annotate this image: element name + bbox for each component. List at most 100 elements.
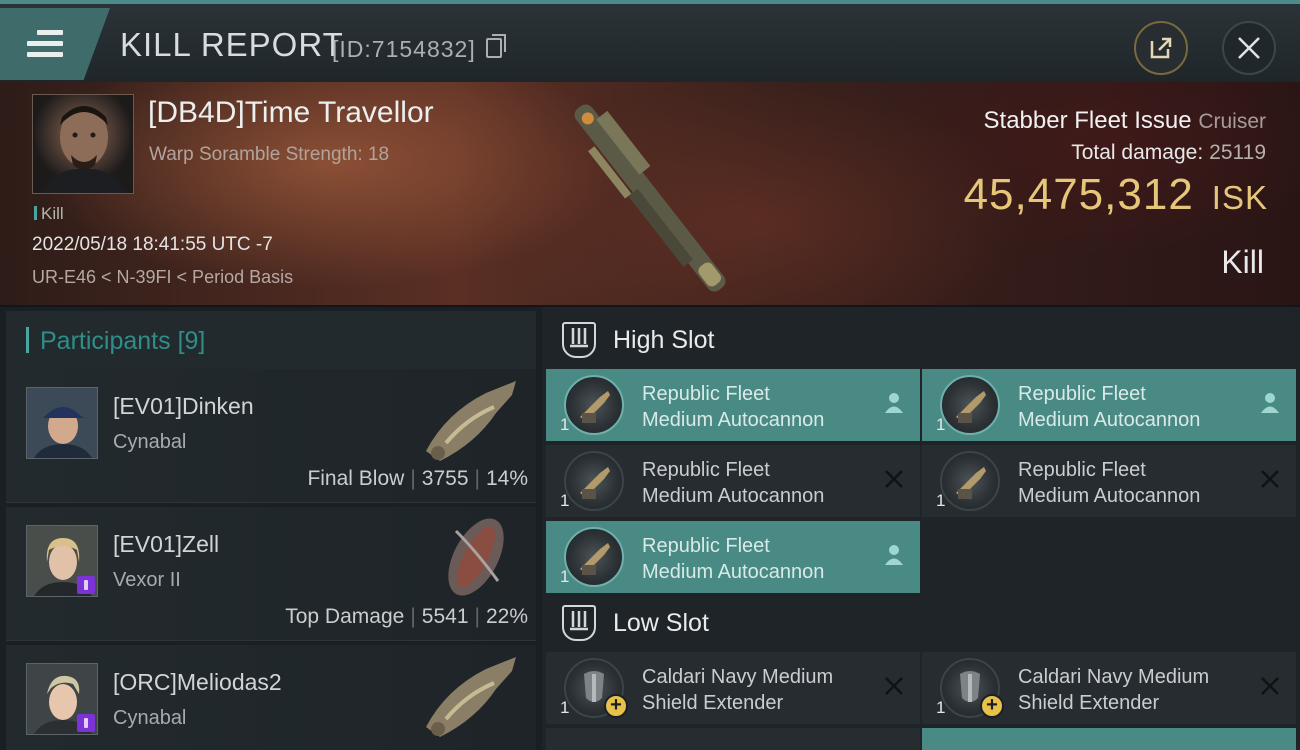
share-button[interactable] <box>1134 21 1188 75</box>
dropped-person-icon <box>882 543 906 567</box>
module-item[interactable]: 1 Republic Fleet Medium Autocannon <box>546 445 920 517</box>
participants-title: Participants [9] <box>40 327 205 356</box>
plus-icon: + <box>604 694 628 718</box>
omega-badge-icon <box>77 714 95 732</box>
autocannon-icon <box>564 375 624 435</box>
participant-role: Top Damage <box>285 605 405 628</box>
victim-ship: Stabber Fleet Issue Cruiser <box>984 107 1266 135</box>
participant-ship-image <box>426 381 516 461</box>
participant-percent: 14% <box>485 467 528 490</box>
module-item-partial[interactable] <box>546 728 920 750</box>
participant-card[interactable]: [EV01]Dinken Cynabal Final Blow | 3755 | 14% <box>6 369 536 503</box>
participant-stats: Top Damage | 5541 | 22% <box>285 605 528 628</box>
shield-extender-icon: + <box>940 658 1004 718</box>
result-label: Kill <box>1221 244 1264 280</box>
share-export-icon <box>1150 37 1172 59</box>
module-name: Republic Fleet Medium Autocannon <box>1018 383 1201 431</box>
destroyed-x-icon <box>882 467 906 491</box>
participant-card[interactable]: [ORC]Meliodas2 Cynabal <box>6 645 536 750</box>
participants-panel: Participants [9] [EV01]Dinken Cynabal Fi… <box>0 307 542 750</box>
module-name: Republic Fleet Medium Autocannon <box>1018 459 1201 507</box>
high-slot-header: High Slot <box>542 311 1300 369</box>
dropped-person-icon <box>882 391 906 415</box>
low-slot-header: Low Slot <box>542 594 1300 652</box>
participant-name: [EV01]Zell <box>113 531 220 557</box>
total-damage: Total damage: 25119 <box>1071 141 1266 165</box>
close-icon <box>1238 37 1260 59</box>
autocannon-icon <box>940 375 1000 435</box>
autocannon-icon <box>564 527 624 587</box>
destroyed-x-icon <box>1258 467 1282 491</box>
module-item[interactable]: 1 Republic Fleet Medium Autocannon <box>922 445 1296 517</box>
autocannon-icon <box>564 451 624 511</box>
victim-ship-class: Cruiser <box>1198 110 1266 133</box>
total-damage-label: Total damage: <box>1071 141 1204 164</box>
kill-datetime: 2022/05/18 18:41:55 UTC -7 <box>32 234 273 255</box>
copy-icon[interactable] <box>486 34 506 58</box>
module-item-partial[interactable] <box>922 728 1296 750</box>
module-item[interactable]: + 1 Caldari Navy Medium Shield Extender <box>546 652 920 724</box>
module-name: Republic Fleet Medium Autocannon <box>642 535 825 583</box>
destroyed-x-icon <box>1258 674 1282 698</box>
isk-unit: ISK <box>1211 179 1268 216</box>
victim-ship-name[interactable]: Stabber Fleet Issue <box>984 107 1192 134</box>
module-quantity: 1 <box>936 415 946 434</box>
dropped-person-icon <box>1258 391 1282 415</box>
participant-name: [EV01]Dinken <box>113 393 254 419</box>
avatar <box>26 387 98 459</box>
destroyed-x-icon <box>882 674 906 698</box>
avatar <box>26 663 98 735</box>
module-name: Caldari Navy Medium Shield Extender <box>642 666 834 714</box>
participant-stats: Final Blow | 3755 | 14% <box>307 467 528 490</box>
module-quantity: 1 <box>560 698 570 717</box>
participant-ship: Cynabal <box>113 431 187 453</box>
module-item[interactable]: 1 Republic Fleet Medium Autocannon <box>546 369 920 441</box>
autocannon-icon <box>940 451 1000 511</box>
top-bar: KILL REPORT [ID:7154832] <box>0 0 1300 82</box>
module-name: Republic Fleet Medium Autocannon <box>642 383 825 431</box>
victim-ship-image[interactable] <box>535 90 765 305</box>
participant-ship: Cynabal <box>113 707 187 729</box>
low-slot-icon <box>562 605 596 641</box>
participant-name: [ORC]Meliodas2 <box>113 669 282 695</box>
participant-ship-image <box>426 657 516 737</box>
menu-button[interactable] <box>0 8 110 80</box>
module-quantity: 1 <box>560 491 570 510</box>
module-quantity: 1 <box>936 491 946 510</box>
warp-scramble-strength: Warp Soramble Strength: 18 <box>149 144 390 165</box>
isk-value: 45,475,312 ISK <box>964 170 1268 220</box>
module-item[interactable]: 1 Republic Fleet Medium Autocannon <box>546 521 920 593</box>
low-slot-title: Low Slot <box>613 608 709 637</box>
total-damage-value: 25119 <box>1209 141 1266 164</box>
module-name: Caldari Navy Medium Shield Extender <box>1018 666 1210 714</box>
victim-portrait[interactable] <box>32 94 134 194</box>
participants-label: Participants <box>40 327 171 355</box>
high-slot-title: High Slot <box>613 325 715 354</box>
omega-badge-icon <box>77 576 95 594</box>
participant-percent: 22% <box>485 605 528 628</box>
participant-ship-image <box>448 518 504 596</box>
participants-count: [9] <box>177 327 206 355</box>
close-button[interactable] <box>1222 21 1276 75</box>
page-title: KILL REPORT <box>120 26 344 63</box>
shield-extender-icon: + <box>564 658 628 718</box>
participant-card[interactable]: [EV01]Zell Vexor II Top Damage | 5541 | 22% <box>6 507 536 641</box>
module-quantity: 1 <box>560 567 570 586</box>
participant-ship: Vexor II <box>113 569 181 591</box>
module-quantity: 1 <box>560 415 570 434</box>
kill-location: UR-E46 < N-39FI < Period Basis <box>32 267 294 287</box>
module-quantity: 1 <box>936 698 946 717</box>
participant-damage: 3755 <box>421 467 469 490</box>
module-item[interactable]: 1 Republic Fleet Medium Autocannon <box>922 369 1296 441</box>
plus-icon: + <box>980 694 1004 718</box>
avatar <box>26 525 98 597</box>
hamburger-menu-icon <box>27 30 63 60</box>
report-id: [ID:7154832] <box>332 36 476 62</box>
fitting-panel: High Slot 1 Republic Fleet Medium Autocan… <box>542 307 1300 750</box>
module-item[interactable]: + 1 Caldari Navy Medium Shield Extender <box>922 652 1296 724</box>
participants-header: Participants [9] <box>6 311 536 369</box>
high-slot-icon <box>562 322 596 358</box>
victim-name[interactable]: [DB4D]Time Travellor <box>148 96 434 130</box>
module-name: Republic Fleet Medium Autocannon <box>642 459 825 507</box>
victim-banner: [DB4D]Time Travellor Warp Soramble Stren… <box>0 82 1300 307</box>
